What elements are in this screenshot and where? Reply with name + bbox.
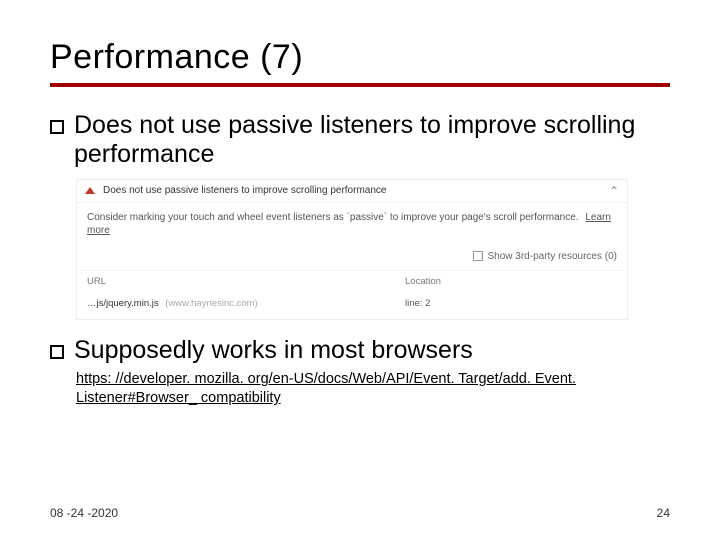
bullet-text: Does not use passive listeners to improv… bbox=[74, 111, 670, 169]
audit-description-text: Consider marking your touch and wheel ev… bbox=[87, 212, 579, 223]
show-third-party-label: Show 3rd-party resources (0) bbox=[488, 251, 618, 262]
slide-body: Does not use passive listeners to improv… bbox=[50, 111, 670, 506]
cell-url-path: …js/jquery.min.js bbox=[87, 298, 159, 309]
col-header-location: Location bbox=[405, 276, 617, 287]
slide-title: Performance (7) bbox=[50, 38, 670, 77]
col-header-url: URL bbox=[87, 276, 405, 287]
cell-url: …js/jquery.min.js (www.haynesinc.com) bbox=[87, 298, 405, 309]
audit-table-row: …js/jquery.min.js (www.haynesinc.com) li… bbox=[77, 292, 627, 319]
title-underline bbox=[50, 83, 670, 87]
chevron-up-icon: ⌃ bbox=[609, 184, 619, 198]
bullet-item: Supposedly works in most browsers bbox=[50, 336, 670, 365]
audit-header-row: Does not use passive listeners to improv… bbox=[77, 180, 627, 203]
audit-title: Does not use passive listeners to improv… bbox=[103, 185, 609, 196]
cell-location: line: 2 bbox=[405, 298, 617, 309]
bullet-text: Supposedly works in most browsers bbox=[74, 336, 473, 365]
checkbox-icon[interactable] bbox=[473, 251, 483, 261]
slide-footer: 08 -24 -2020 24 bbox=[50, 506, 670, 520]
cell-url-host: (www.haynesinc.com) bbox=[165, 298, 257, 309]
mdn-link[interactable]: https: //developer. mozilla. org/en-US/d… bbox=[76, 371, 576, 406]
footer-date: 08 -24 -2020 bbox=[50, 506, 118, 520]
bullet-sublink: https: //developer. mozilla. org/en-US/d… bbox=[76, 370, 670, 408]
footer-page-number: 24 bbox=[657, 506, 670, 520]
audit-panel: Does not use passive listeners to improv… bbox=[76, 179, 628, 320]
audit-table-header: URL Location bbox=[77, 270, 627, 292]
audit-options-row: Show 3rd-party resources (0) bbox=[77, 247, 627, 270]
square-bullet-icon bbox=[50, 120, 64, 134]
square-bullet-icon bbox=[50, 345, 64, 359]
audit-description: Consider marking your touch and wheel ev… bbox=[77, 203, 627, 247]
bullet-item: Does not use passive listeners to improv… bbox=[50, 111, 670, 169]
warning-triangle-icon bbox=[85, 187, 95, 194]
slide: Performance (7) Does not use passive lis… bbox=[0, 0, 720, 540]
